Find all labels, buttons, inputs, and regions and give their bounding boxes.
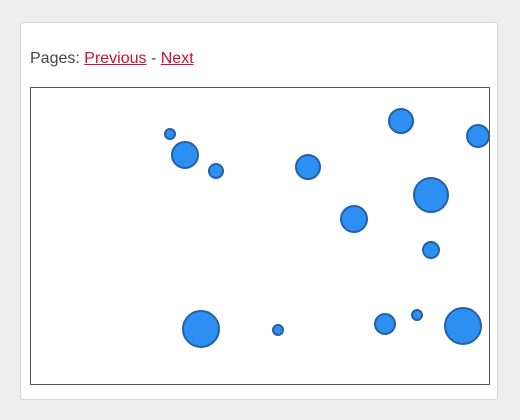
bubble-point-12 (374, 313, 396, 335)
bubble-point-2 (171, 141, 199, 169)
bubble-point-7 (413, 177, 449, 213)
bubble-point-10 (182, 310, 220, 348)
pagination: Pages: Previous - Next (30, 50, 194, 68)
pagination-separator: - (146, 50, 161, 67)
bubble-point-4 (295, 154, 321, 180)
bubble-point-5 (388, 108, 414, 134)
content-panel: Pages: Previous - Next (20, 22, 498, 400)
bubble-point-14 (444, 307, 482, 345)
previous-link[interactable]: Previous (84, 50, 146, 67)
bubble-chart-svg (164, 108, 489, 348)
bubble-point-13 (411, 309, 423, 321)
bubble-point-9 (422, 241, 440, 259)
bubble-point-11 (272, 324, 284, 336)
next-link[interactable]: Next (161, 50, 194, 67)
bubble-chart (30, 87, 490, 385)
bubble-point-6 (466, 124, 489, 148)
bubble-point-3 (208, 163, 224, 179)
bubble-point-1 (164, 128, 176, 140)
pagination-label: Pages: (30, 50, 85, 67)
bubble-point-8 (340, 205, 368, 233)
